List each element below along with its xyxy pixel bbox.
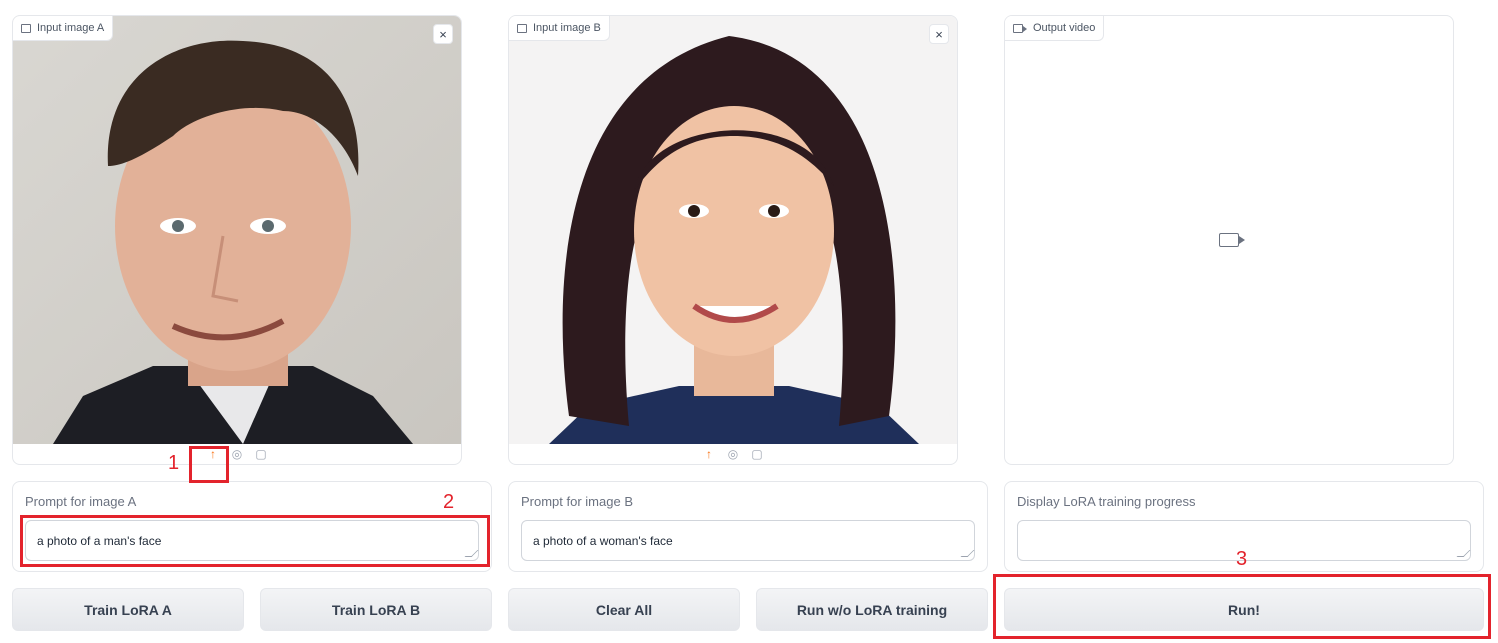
image-icon bbox=[21, 23, 31, 33]
prompt-a-label: Prompt for image A bbox=[25, 494, 137, 509]
clipboard-icon[interactable]: ▢ bbox=[254, 447, 268, 461]
input-image-a-photo bbox=[13, 16, 461, 444]
resize-handle-icon[interactable] bbox=[960, 550, 975, 557]
video-placeholder-icon bbox=[1219, 233, 1245, 247]
progress-label: Display LoRA training progress bbox=[1017, 494, 1196, 509]
input-image-b-label: Input image B bbox=[533, 22, 601, 34]
annotation-number-2: 2 bbox=[443, 491, 455, 513]
image-icon bbox=[517, 23, 527, 33]
webcam-icon[interactable]: ◎ bbox=[726, 447, 740, 461]
output-video-label: Output video bbox=[1033, 22, 1096, 34]
clear-all-button[interactable]: Clear All bbox=[508, 588, 740, 631]
clipboard-icon[interactable]: ▢ bbox=[750, 447, 764, 461]
train-lora-a-button[interactable]: Train LoRA A bbox=[12, 588, 244, 631]
run-without-lora-button[interactable]: Run w/o LoRA training bbox=[756, 588, 988, 631]
output-video-panel: Output video bbox=[1004, 15, 1454, 465]
annotation-number-1: 1 bbox=[168, 452, 180, 474]
input-image-b-toolbar: ↑ ◎ ▢ bbox=[509, 444, 957, 464]
input-image-a-close-button[interactable]: × bbox=[433, 24, 453, 44]
input-image-b-photo bbox=[509, 16, 957, 444]
resize-handle-icon[interactable] bbox=[464, 550, 479, 557]
prompt-a-input[interactable]: a photo of a man's face bbox=[25, 520, 479, 561]
run-button[interactable]: Run! bbox=[1004, 588, 1484, 631]
input-image-b-tag: Input image B bbox=[509, 16, 610, 41]
upload-icon[interactable]: ↑ bbox=[702, 447, 716, 461]
input-image-a-panel[interactable]: Input image A × ↑ ◎ ▢ bbox=[12, 15, 462, 465]
prompt-b-panel: Prompt for image B a photo of a woman's … bbox=[508, 481, 988, 572]
prompt-b-input[interactable]: a photo of a woman's face bbox=[521, 520, 975, 561]
input-image-b-panel[interactable]: Input image B × ↑ ◎ ▢ bbox=[508, 15, 958, 465]
prompt-b-value: a photo of a woman's face bbox=[533, 534, 673, 548]
resize-handle-icon[interactable] bbox=[1456, 550, 1471, 557]
input-image-a-tag: Input image A bbox=[13, 16, 114, 41]
annotation-number-3: 3 bbox=[1236, 548, 1248, 570]
prompt-b-label: Prompt for image B bbox=[521, 494, 633, 509]
prompt-a-panel: Prompt for image A a photo of a man's fa… bbox=[12, 481, 492, 572]
video-icon bbox=[1013, 23, 1027, 33]
prompt-a-value: a photo of a man's face bbox=[37, 534, 162, 548]
output-video-tag: Output video bbox=[1005, 16, 1105, 41]
input-image-a-toolbar: ↑ ◎ ▢ bbox=[13, 444, 461, 464]
webcam-icon[interactable]: ◎ bbox=[230, 447, 244, 461]
input-image-a-label: Input image A bbox=[37, 22, 105, 34]
train-lora-b-button[interactable]: Train LoRA B bbox=[260, 588, 492, 631]
input-image-b-close-button[interactable]: × bbox=[929, 24, 949, 44]
upload-icon[interactable]: ↑ bbox=[206, 447, 220, 461]
